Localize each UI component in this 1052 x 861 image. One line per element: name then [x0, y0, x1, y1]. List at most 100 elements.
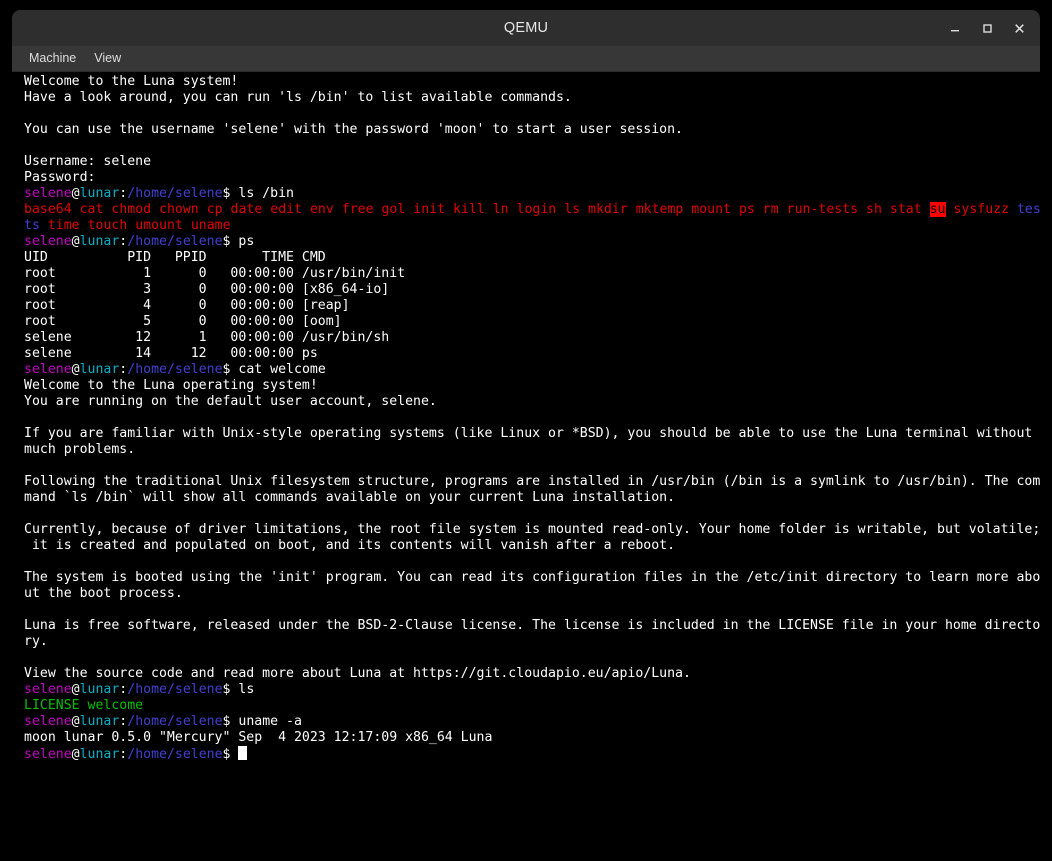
terminal-line: Following the traditional Unix filesyste…: [12, 474, 1040, 490]
ls-entry: touch: [87, 218, 128, 233]
terminal-line-text: selene 12 1 00:00:00 /usr/bin/sh: [24, 330, 390, 345]
ls-entry: LICENSE: [24, 698, 80, 713]
terminal-line: View the source code and read more about…: [12, 666, 1040, 682]
ls-entry: [80, 698, 88, 713]
terminal-line-text: root 3 0 00:00:00 [x86_64-io]: [24, 282, 390, 297]
ls-entry: chown: [159, 202, 199, 217]
terminal-ls-bin-line: ts time touch umount uname: [12, 218, 1040, 234]
ls-entry: date: [230, 202, 263, 217]
ls-entry: [80, 218, 88, 233]
ls-entry: [40, 218, 48, 233]
terminal-line: much problems.: [12, 442, 1040, 458]
menu-item-view[interactable]: View: [86, 48, 129, 69]
prompt-path: /home/selene: [127, 747, 223, 762]
ls-entry: welcome: [87, 698, 144, 713]
terminal-cursor: [238, 746, 247, 760]
terminal-line-text: root 5 0 00:00:00 [oom]: [24, 314, 342, 329]
terminal-line: moon lunar 0.5.0 "Mercury" Sep 4 2023 12…: [12, 730, 1040, 746]
terminal-line-text: You can use the username 'selene' with t…: [24, 122, 683, 137]
ls-entry: uname: [190, 218, 231, 233]
terminal-prompt-line: selene@lunar:/home/selene$ uname -a: [12, 714, 1040, 730]
terminal-line: root 5 0 00:00:00 [oom]: [12, 314, 1040, 330]
ls-entry: [1009, 202, 1017, 217]
terminal-line-text: ry.: [24, 634, 48, 649]
qemu-window: QEMU Machine View Welcome to the Luna sy…: [12, 10, 1040, 851]
prompt-path: /home/selene: [127, 682, 223, 697]
menu-item-machine[interactable]: Machine: [21, 48, 84, 69]
prompt-path: /home/selene: [127, 362, 223, 377]
prompt-sigil: $: [222, 186, 239, 201]
ls-entry: ln: [492, 202, 509, 217]
terminal-line: Welcome to the Luna operating system!: [12, 378, 1040, 394]
terminal-line-text: UID PID PPID TIME CMD: [24, 250, 326, 265]
ls-entry: [731, 202, 739, 217]
terminal-ls-bin-line: base64 cat chmod chown cp date edit env …: [12, 202, 1040, 218]
ls-entry: ps: [738, 202, 755, 217]
prompt-sigil: $: [222, 682, 239, 697]
maximize-button[interactable]: [972, 13, 1002, 43]
terminal-line-text: Currently, because of driver limitations…: [24, 522, 1040, 537]
ls-entry: login: [516, 202, 557, 217]
prompt-user: selene: [24, 362, 72, 377]
terminal-line-text: The system is booted using the 'init' pr…: [24, 570, 1040, 585]
ls-entry: [334, 202, 342, 217]
terminal-line: You are running on the default user acco…: [12, 394, 1040, 410]
menu-bar: Machine View: [12, 46, 1040, 72]
prompt-at: @: [71, 747, 80, 762]
terminal-line-text: [24, 138, 32, 153]
ls-entry: [556, 202, 564, 217]
terminal-command: ls: [238, 682, 255, 697]
terminal-line-text: much problems.: [24, 442, 136, 457]
prompt-at: @: [71, 682, 80, 697]
terminal-line-text: it is created and populated on boot, and…: [24, 538, 676, 553]
terminal-screen[interactable]: Welcome to the Luna system! Have a look a…: [12, 72, 1040, 851]
ls-entry: [858, 202, 866, 217]
terminal-line: The system is booted using the 'init' pr…: [12, 570, 1040, 586]
terminal-line: If you are familiar with Unix-style oper…: [12, 426, 1040, 442]
ls-entry: [580, 202, 588, 217]
prompt-host: lunar: [79, 186, 120, 201]
ls-entry: cp: [206, 202, 223, 217]
ls-entry: stat: [889, 202, 922, 217]
terminal-line: You can use the username 'selene' with t…: [12, 122, 1040, 138]
terminal-line-text: moon lunar 0.5.0 "Mercury" Sep 4 2023 12…: [24, 730, 493, 745]
terminal-line-text: mand `ls /bin` will show all commands av…: [24, 490, 676, 505]
terminal-line-text: ut the boot process.: [24, 586, 183, 601]
minimize-button[interactable]: [940, 13, 970, 43]
terminal-line: [12, 106, 1040, 122]
terminal-line-text: Welcome to the Luna operating system!: [24, 378, 318, 393]
prompt-path: /home/selene: [127, 234, 223, 249]
terminal-command: cat welcome: [238, 362, 326, 377]
terminal-line: [12, 602, 1040, 618]
ls-entry: ts: [24, 218, 40, 233]
ls-entry: env: [309, 202, 334, 217]
prompt-user: selene: [24, 714, 72, 729]
terminal-line: Have a look around, you can run 'ls /bin…: [12, 90, 1040, 106]
prompt-host: lunar: [79, 714, 120, 729]
terminal-line-text: Have a look around, you can run 'ls /bin…: [24, 90, 572, 105]
prompt-sigil: $: [222, 747, 239, 762]
terminal-line-text: [24, 554, 32, 569]
ls-entry: chmod: [111, 202, 152, 217]
ls-entry: [882, 202, 890, 217]
terminal-line: selene 12 1 00:00:00 /usr/bin/sh: [12, 330, 1040, 346]
ls-entry: edit: [270, 202, 303, 217]
ls-entry: [779, 202, 787, 217]
ls-entry: [485, 202, 493, 217]
terminal-line-text: [24, 650, 32, 665]
window-titlebar[interactable]: QEMU: [12, 10, 1040, 46]
terminal-command: uname -a: [238, 714, 302, 729]
close-button[interactable]: [1004, 13, 1034, 43]
ls-entry: mount: [691, 202, 731, 217]
prompt-sigil: $: [222, 362, 239, 377]
ls-entry: umount: [135, 218, 183, 233]
ls-entry: sh: [866, 202, 882, 217]
ls-entry: base64: [24, 202, 72, 217]
terminal-line-text: [24, 458, 32, 473]
terminal-line: it is created and populated on boot, and…: [12, 538, 1040, 554]
terminal-prompt-line: selene@lunar:/home/selene$ ls: [12, 682, 1040, 698]
terminal-line-text: Welcome to the Luna system!: [24, 74, 239, 89]
prompt-host: lunar: [79, 234, 120, 249]
prompt-path: /home/selene: [127, 714, 223, 729]
terminal-line: Welcome to the Luna system!: [12, 74, 1040, 90]
